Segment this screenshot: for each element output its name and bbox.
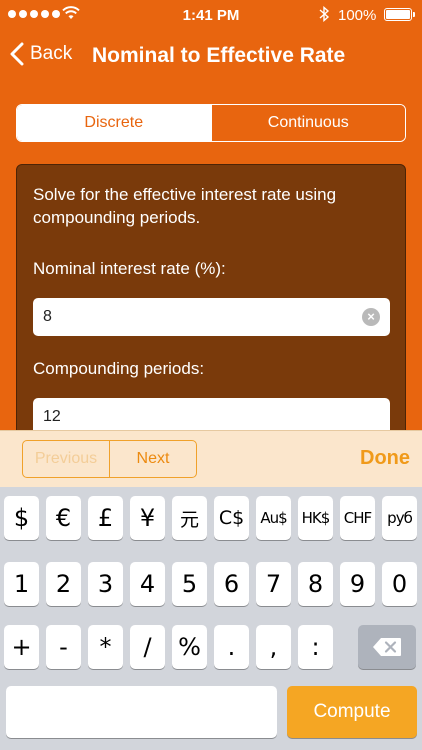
page-title: Nominal to Effective Rate — [92, 44, 346, 67]
compounding-periods-value: 12 — [43, 408, 61, 425]
nominal-rate-value: 8 — [43, 308, 52, 325]
battery-percent: 100% — [338, 7, 377, 24]
key-rub[interactable]: руб — [382, 496, 417, 540]
key-percent[interactable]: % — [172, 625, 207, 669]
keyboard-accessory-bar: Previous Next Done — [0, 430, 422, 487]
key-pound[interactable]: £ — [88, 496, 123, 540]
key-multiply[interactable]: * — [88, 625, 123, 669]
key-comma[interactable]: , — [256, 625, 291, 669]
clear-icon[interactable]: × — [362, 308, 380, 326]
key-5[interactable]: 5 — [172, 562, 207, 606]
form-description: Solve for the effective interest rate us… — [33, 185, 337, 227]
prev-next-control: Previous Next — [22, 440, 197, 478]
key-6[interactable]: 6 — [214, 562, 249, 606]
next-button[interactable]: Next — [110, 441, 196, 477]
key-plus[interactable]: + — [4, 625, 39, 669]
key-minus[interactable]: - — [46, 625, 81, 669]
key-chf[interactable]: CHF — [340, 496, 375, 540]
compounding-periods-label: Compounding periods: — [33, 359, 205, 378]
backspace-key[interactable] — [358, 625, 416, 669]
key-euro[interactable]: € — [46, 496, 81, 540]
key-7[interactable]: 7 — [256, 562, 291, 606]
segment-continuous[interactable]: Continuous — [210, 105, 405, 141]
key-3[interactable]: 3 — [88, 562, 123, 606]
form-panel: Solve for the effective interest rate us… — [16, 164, 406, 464]
key-9[interactable]: 9 — [340, 562, 375, 606]
key-yen[interactable]: ¥ — [130, 496, 165, 540]
status-bar: 1:41 PM 100% — [0, 0, 422, 30]
previous-button[interactable]: Previous — [23, 441, 110, 477]
key-colon[interactable]: : — [298, 625, 333, 669]
compute-button[interactable]: Compute — [287, 686, 417, 738]
done-button[interactable]: Done — [360, 447, 410, 470]
key-2[interactable]: 2 — [46, 562, 81, 606]
nav-bar: Back Nominal to Effective Rate — [0, 34, 422, 78]
key-hkd[interactable]: HK$ — [298, 496, 333, 540]
key-1[interactable]: 1 — [4, 562, 39, 606]
key-dollar[interactable]: $ — [4, 496, 39, 540]
bluetooth-icon — [319, 6, 330, 22]
back-label: Back — [30, 43, 73, 64]
keyboard: $ € £ ¥ 元 C$ Au$ HK$ CHF руб 1 2 3 4 5 6… — [0, 487, 422, 750]
key-divide[interactable]: / — [130, 625, 165, 669]
backspace-icon — [373, 638, 401, 656]
nominal-rate-field[interactable]: 8 × — [33, 298, 390, 336]
key-period[interactable]: . — [214, 625, 249, 669]
nominal-rate-label: Nominal interest rate (%): — [33, 259, 226, 278]
segment-discrete[interactable]: Discrete — [17, 105, 211, 141]
chevron-left-icon — [10, 42, 24, 66]
battery-icon — [384, 8, 415, 21]
key-4[interactable]: 4 — [130, 562, 165, 606]
key-8[interactable]: 8 — [298, 562, 333, 606]
key-cad[interactable]: C$ — [214, 496, 249, 540]
key-aud[interactable]: Au$ — [256, 496, 291, 540]
back-button[interactable]: Back — [10, 42, 72, 66]
mode-segmented-control: Discrete Continuous — [16, 104, 406, 142]
space-key[interactable] — [6, 686, 277, 738]
key-0[interactable]: 0 — [382, 562, 417, 606]
key-yuan[interactable]: 元 — [172, 496, 207, 540]
